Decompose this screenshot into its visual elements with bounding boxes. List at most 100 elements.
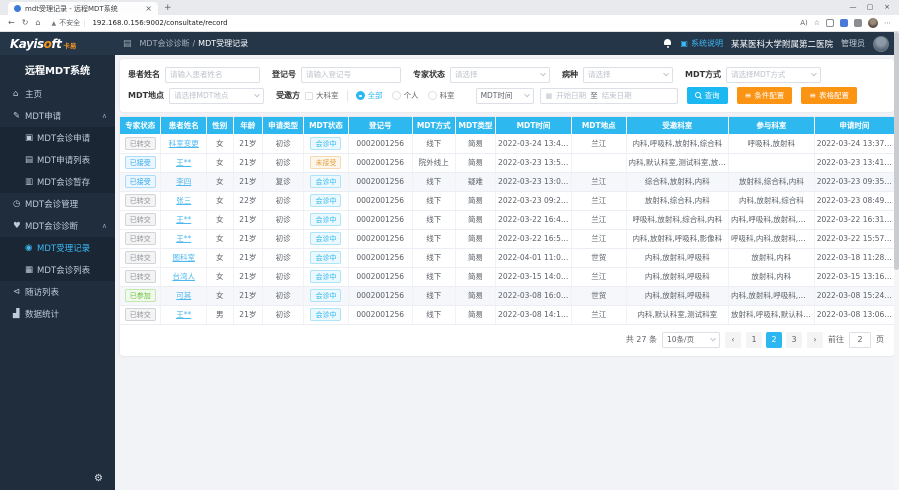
patient-name-input[interactable] bbox=[165, 67, 260, 83]
page-button-2[interactable]: 2 bbox=[766, 332, 782, 348]
time-field-select[interactable]: MDT时间 bbox=[476, 88, 534, 104]
pagination-pages: 123 bbox=[746, 332, 802, 348]
url-text[interactable]: 192.168.0.156:9002/consultate/record bbox=[92, 19, 227, 27]
patient-name-link[interactable]: 李四 bbox=[176, 177, 191, 186]
tab-strip: mdt受理记录 - 远程MDT系统 × + — ▢ × bbox=[0, 0, 899, 15]
cell-name: 台湾人 bbox=[161, 267, 207, 286]
major-dept-label: 大科室 bbox=[316, 90, 339, 101]
next-page-button[interactable]: › bbox=[807, 332, 823, 348]
extension-icon-3[interactable] bbox=[854, 19, 862, 27]
date-end-placeholder: 结束日期 bbox=[602, 90, 632, 101]
cell-mdt-status: 未接受 bbox=[304, 153, 349, 172]
page-button-3[interactable]: 3 bbox=[786, 332, 802, 348]
cell-mdt-mode: 线下 bbox=[412, 305, 455, 324]
extension-icon-2[interactable] bbox=[840, 19, 848, 27]
sidebar-item-label: 主页 bbox=[25, 88, 42, 100]
column-header: 登记号 bbox=[348, 117, 412, 134]
page-button-1[interactable]: 1 bbox=[746, 332, 762, 348]
mdt-place-select[interactable]: 请选择MDT地点 bbox=[169, 88, 264, 104]
cell-invited-depts: 内科,放射科,呼吸科 bbox=[626, 267, 728, 286]
cell-apply-type: 初诊 bbox=[263, 134, 304, 153]
share-icon: ⊲ bbox=[13, 287, 25, 297]
sidebar-item-mdt-consult-diagnose[interactable]: ♥MDT会诊诊断∧ bbox=[0, 215, 115, 237]
search-button[interactable]: 查询 bbox=[687, 87, 728, 104]
scrollbar-thumb[interactable] bbox=[894, 32, 899, 270]
disease-select[interactable]: 请选择 bbox=[583, 67, 673, 83]
cell-apply-time: 2022-03-24 13:37:44 bbox=[814, 134, 894, 153]
patient-name-link[interactable]: 王** bbox=[176, 234, 191, 243]
cell-mdt-mode: 线下 bbox=[412, 286, 455, 305]
browser-tab[interactable]: mdt受理记录 - 远程MDT系统 × bbox=[8, 2, 158, 15]
bell-icon[interactable] bbox=[663, 39, 672, 48]
expert-status-label: 专家状态 bbox=[413, 69, 445, 80]
patient-name-link[interactable]: 王** bbox=[176, 310, 191, 319]
sidebar-item-statistics[interactable]: ▟数据统计 bbox=[0, 303, 115, 325]
window-minimize-button[interactable]: — bbox=[845, 0, 861, 14]
sidebar-item-mdt-apply-list[interactable]: ▤MDT申请列表 bbox=[0, 149, 115, 171]
patient-name-link[interactable]: 科室变更 bbox=[169, 139, 199, 148]
table-config-button[interactable]: ≡ 表格配置 bbox=[801, 87, 857, 104]
sidebar-item-mdt-consult-list[interactable]: ▦MDT会诊列表 bbox=[0, 259, 115, 281]
radio-checked-icon bbox=[356, 91, 365, 100]
site-security[interactable]: ▲ 不安全 | bbox=[51, 18, 85, 28]
sidebar-item-mdt-consult-manage[interactable]: ◷MDT会诊管理 bbox=[0, 193, 115, 215]
patient-name-link[interactable]: 可其 bbox=[176, 291, 191, 300]
condition-config-button[interactable]: ≡ 条件配置 bbox=[737, 87, 793, 104]
chart-icon: ▟ bbox=[13, 309, 25, 319]
expert-status-select[interactable]: 请选择 bbox=[450, 67, 550, 83]
reload-icon[interactable]: ↻ bbox=[22, 19, 29, 27]
invitee-radio-all[interactable]: 全部 bbox=[356, 90, 383, 101]
favorite-star-icon[interactable]: ☆ bbox=[814, 20, 820, 27]
window-close-button[interactable]: × bbox=[879, 0, 895, 14]
major-dept-checkbox[interactable] bbox=[305, 92, 313, 100]
mdt-mode-select[interactable]: 请选择MDT方式 bbox=[726, 67, 821, 83]
system-help-link[interactable]: ▣ 系统说明 bbox=[680, 38, 723, 49]
patient-name-link[interactable]: 张三 bbox=[176, 196, 191, 205]
patient-name-link[interactable]: 图科室 bbox=[172, 253, 195, 262]
page-scrollbar[interactable] bbox=[894, 32, 899, 490]
sidebar-item-mdt-consult-draft[interactable]: ▥MDT会诊暂存 bbox=[0, 171, 115, 193]
sidebar-item-mdt-apply[interactable]: ✎MDT申请∧ bbox=[0, 105, 115, 127]
expert-status-tag: 已转交 bbox=[125, 213, 156, 226]
new-tab-button[interactable]: + bbox=[164, 2, 172, 15]
page-size-select[interactable]: 10条/页 bbox=[662, 332, 720, 348]
cell-joined-depts: 内科,放射科,综合科 bbox=[728, 191, 814, 210]
more-menu-icon[interactable]: ⋯ bbox=[884, 20, 891, 27]
chevron-down-icon bbox=[811, 70, 817, 76]
mdt-status-tag: 会诊中 bbox=[310, 137, 341, 150]
prev-page-button[interactable]: ‹ bbox=[725, 332, 741, 348]
cell-apply-type: 初诊 bbox=[263, 248, 304, 267]
cell-gender: 女 bbox=[206, 153, 233, 172]
address-bar: ← ↻ ⌂ ▲ 不安全 | 192.168.0.156:9002/consult… bbox=[0, 15, 899, 32]
sidebar-item-mdt-record[interactable]: ◉MDT受理记录 bbox=[0, 237, 115, 259]
reg-no-input[interactable] bbox=[301, 67, 401, 83]
mdt-status-tag: 会诊中 bbox=[310, 289, 341, 302]
browser-profile-avatar[interactable] bbox=[868, 18, 878, 28]
jump-page-input[interactable] bbox=[849, 332, 871, 348]
tab-close-icon[interactable]: × bbox=[145, 5, 152, 13]
edit-icon: ✎ bbox=[13, 111, 25, 121]
settings-gear-icon[interactable]: ⚙ bbox=[94, 473, 103, 484]
cell-joined-depts: 内科,放射科,呼吸科,测试科室 bbox=[728, 286, 814, 305]
window-maximize-button[interactable]: ▢ bbox=[862, 0, 878, 14]
cell-mdt-type: 简易 bbox=[455, 153, 495, 172]
cell-mdt-status: 会诊中 bbox=[304, 229, 349, 248]
read-aloud-icon[interactable]: A) bbox=[800, 20, 808, 27]
cell-invited-depts: 内科,默认科室,测试科室 bbox=[626, 305, 728, 324]
patient-name-link[interactable]: 台湾人 bbox=[172, 272, 195, 281]
user-avatar[interactable] bbox=[873, 36, 889, 52]
sidebar-item-mdt-consult-apply[interactable]: ▣MDT会诊申请 bbox=[0, 127, 115, 149]
invitee-radio-personal[interactable]: 个人 bbox=[392, 90, 419, 101]
date-range-picker[interactable]: ▦ 开始日期 至 结束日期 bbox=[540, 88, 678, 104]
collapse-menu-icon[interactable]: ▤ bbox=[123, 39, 132, 49]
invitee-radio-dept[interactable]: 科室 bbox=[428, 90, 455, 101]
patient-name-link[interactable]: 王** bbox=[176, 215, 191, 224]
back-icon[interactable]: ← bbox=[8, 19, 15, 27]
cell-reg-no: 0002001256 bbox=[348, 134, 412, 153]
sidebar-item-followup-list[interactable]: ⊲随访列表 bbox=[0, 281, 115, 303]
extension-icon-1[interactable] bbox=[826, 19, 834, 27]
home-icon[interactable]: ⌂ bbox=[35, 19, 40, 27]
column-header: MDT方式 bbox=[412, 117, 455, 134]
patient-name-link[interactable]: 王** bbox=[176, 158, 191, 167]
sidebar-item-home[interactable]: ⌂主页 bbox=[0, 83, 115, 105]
